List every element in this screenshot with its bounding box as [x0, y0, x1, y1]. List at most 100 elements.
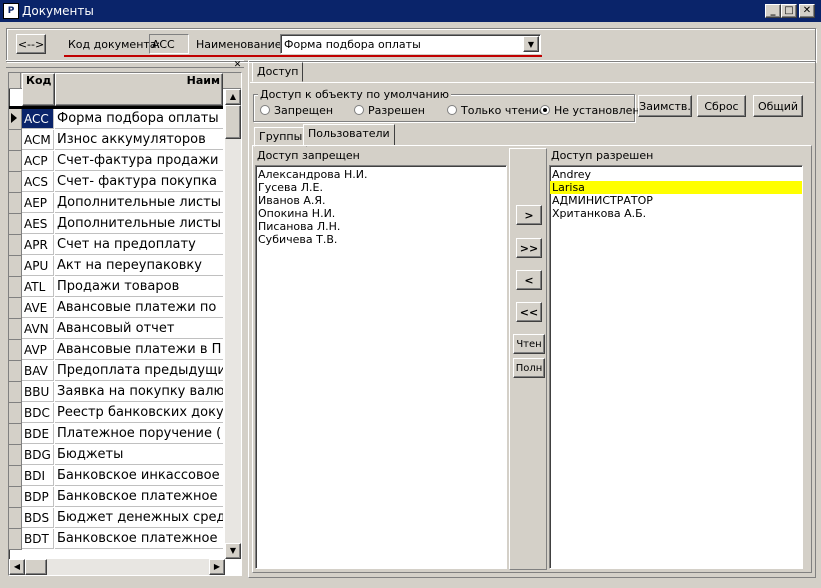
list-item[interactable]: Larisa [550, 181, 802, 194]
row-indicator[interactable] [9, 193, 22, 214]
read-access-button[interactable]: Чтен [513, 334, 545, 354]
row-indicator[interactable] [9, 487, 22, 508]
radio-readonly-dot[interactable] [447, 105, 457, 115]
full-access-button[interactable]: Полн [513, 358, 545, 378]
row-code: ACP [22, 151, 54, 171]
row-indicator[interactable] [9, 340, 22, 361]
allowed-list[interactable]: Andrey Larisa АДМИНИСТРАТОР Хританкова А.Б. [549, 165, 803, 569]
row-indicator[interactable] [9, 235, 22, 256]
table-row[interactable]: AVE Авансовые платежи по [9, 298, 223, 319]
minimize-button[interactable]: _ [765, 4, 781, 18]
chevron-down-icon[interactable]: ▼ [523, 36, 539, 52]
row-indicator[interactable] [9, 319, 22, 340]
list-item[interactable]: Хританкова А.Б. [550, 207, 802, 220]
radio-notset[interactable]: Не установлен [540, 104, 640, 117]
denied-list[interactable]: Александрова Н.И. Гусева Л.Е. Иванов А.Я. О… [255, 165, 507, 569]
radio-allowed[interactable]: Разрешен [354, 104, 425, 117]
table-row[interactable]: BDP Банковское платежное [9, 487, 223, 508]
row-name: Авансовый отчет [55, 319, 223, 339]
row-indicator[interactable] [9, 403, 22, 424]
list-item[interactable]: Иванов А.Я. [256, 194, 506, 207]
column-code-header[interactable]: Код [22, 73, 55, 106]
table-row[interactable]: BDS Бюджет денежных средс [9, 508, 223, 529]
row-indicator[interactable] [9, 109, 22, 130]
table-row[interactable]: AES Дополнительные листы [9, 214, 223, 235]
name-combo[interactable]: Форма подбора оплаты ▼ [280, 34, 541, 54]
row-indicator[interactable] [9, 151, 22, 172]
scroll-left-icon[interactable]: ◀ [9, 559, 25, 575]
vertical-scrollbar[interactable]: ▲ ▼ [225, 89, 241, 559]
table-row[interactable]: BDE Платежное поручение ( [9, 424, 223, 445]
row-name: Форма подбора оплаты [55, 109, 223, 129]
list-item[interactable]: Субичева Т.В. [256, 233, 506, 246]
table-row[interactable]: BDC Реестр банковских доку [9, 403, 223, 424]
row-indicator[interactable] [9, 508, 22, 529]
row-indicator[interactable] [9, 424, 22, 445]
maximize-button[interactable]: □ [781, 4, 797, 18]
borrow-button[interactable]: Заимств. [638, 95, 692, 117]
tab-users[interactable]: Пользователи [303, 124, 395, 146]
app-icon: P [3, 3, 19, 19]
table-row[interactable]: BDT Банковское платежное [9, 529, 223, 550]
radio-allowed-dot[interactable] [354, 105, 364, 115]
row-indicator[interactable] [9, 298, 22, 319]
move-all-right-button[interactable]: >> [516, 238, 542, 258]
close-button[interactable]: ✕ [799, 4, 815, 18]
row-name: Продажи товаров [55, 277, 223, 297]
row-indicator[interactable] [9, 361, 22, 382]
row-indicator[interactable] [9, 130, 22, 151]
table-row[interactable]: ACC Форма подбора оплаты [9, 109, 223, 130]
table-row[interactable]: BAV Предоплата предыдущи [9, 361, 223, 382]
radio-notset-dot[interactable] [540, 105, 550, 115]
swap-button[interactable]: <--> [16, 34, 46, 54]
code-field[interactable]: ACC [149, 34, 189, 54]
scroll-right-icon[interactable]: ▶ [209, 559, 225, 575]
table-row[interactable]: ACP Счет-фактура продажи [9, 151, 223, 172]
tab-access[interactable]: Доступ [252, 62, 304, 82]
row-indicator[interactable] [9, 445, 22, 466]
row-indicator[interactable] [9, 172, 22, 193]
table-row[interactable]: ACS Счет- фактура покупка [9, 172, 223, 193]
list-item[interactable]: Опокина Н.И. [256, 207, 506, 220]
list-item[interactable]: Гусева Л.Е. [256, 181, 506, 194]
row-code: AVE [22, 298, 54, 318]
scroll-down-icon[interactable]: ▼ [225, 543, 241, 559]
tab-groups[interactable]: Группы [254, 127, 308, 147]
table-row[interactable]: ATL Продажи товаров [9, 277, 223, 298]
list-item[interactable]: АДМИНИСТРАТОР [550, 194, 802, 207]
move-right-button[interactable]: > [516, 205, 542, 225]
row-indicator[interactable] [9, 529, 22, 550]
scroll-up-icon[interactable]: ▲ [225, 89, 241, 105]
table-row[interactable]: BDG Бюджеты [9, 445, 223, 466]
move-left-button[interactable]: < [516, 270, 542, 290]
list-item[interactable]: Andrey [550, 168, 802, 181]
radio-readonly[interactable]: Только чтение [447, 104, 546, 117]
table-row[interactable]: AEP Дополнительные листы [9, 193, 223, 214]
table-row[interactable]: BBU Заявка на покупку валю [9, 382, 223, 403]
table-row[interactable]: APU Акт на переупаковку [9, 256, 223, 277]
reset-button[interactable]: Сброс [697, 95, 746, 117]
underline-decoration [64, 55, 542, 57]
radio-denied-dot[interactable] [260, 105, 270, 115]
row-indicator[interactable] [9, 382, 22, 403]
table-row[interactable]: APR Счет на предоплату [9, 235, 223, 256]
table-row[interactable]: ACM Износ аккумуляторов [9, 130, 223, 151]
row-indicator[interactable] [9, 214, 22, 235]
list-item[interactable]: Писанова Л.Н. [256, 220, 506, 233]
horizontal-scrollbar[interactable]: ◀ ▶ [9, 559, 225, 575]
table-row[interactable]: AVP Авансовые платежи в П [9, 340, 223, 361]
move-all-left-button[interactable]: << [516, 302, 542, 322]
table-row[interactable]: BDI Банковское инкассовое [9, 466, 223, 487]
table-row[interactable]: AVN Авансовый отчет [9, 319, 223, 340]
column-name-header[interactable]: Наим [55, 73, 223, 106]
close-panel-icon[interactable]: ✕ [232, 60, 243, 70]
scroll-thumb[interactable] [225, 105, 241, 139]
common-button[interactable]: Общий [753, 95, 803, 117]
list-item[interactable]: Александрова Н.И. [256, 168, 506, 181]
row-code: AVP [22, 340, 54, 360]
row-indicator[interactable] [9, 466, 22, 487]
h-scroll-thumb[interactable] [25, 559, 47, 575]
row-indicator[interactable] [9, 277, 22, 298]
row-indicator[interactable] [9, 256, 22, 277]
radio-denied[interactable]: Запрещен [260, 104, 333, 117]
